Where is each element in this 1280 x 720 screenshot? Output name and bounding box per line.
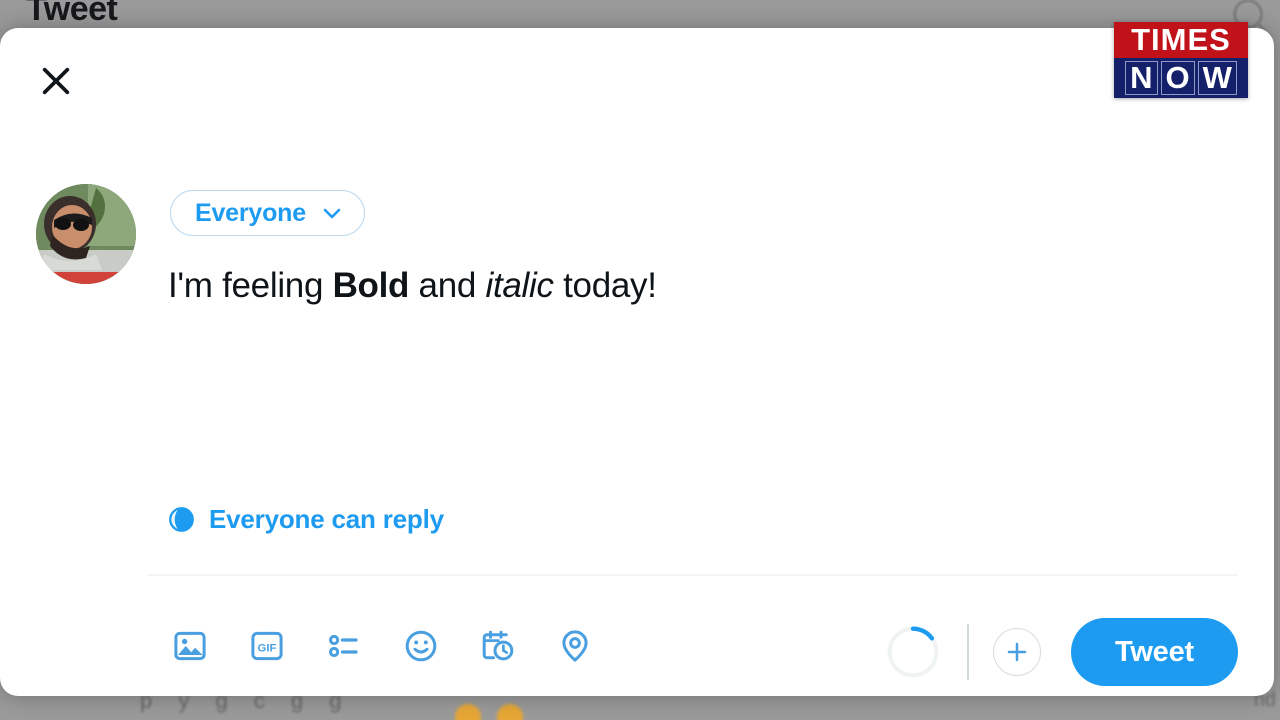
composer-toolbar: GIF Tweet: [148, 604, 1238, 694]
emoji-button[interactable]: [401, 626, 441, 666]
toolbar-actions: Tweet: [885, 618, 1238, 686]
tweet-text-input[interactable]: I'm feeling Bold and italic today!: [168, 264, 1244, 308]
logo-letter-w: W: [1197, 61, 1237, 95]
toolbar-icon-group: GIF: [170, 626, 595, 666]
add-tweet-button[interactable]: [992, 628, 1041, 676]
background-emoji: [455, 704, 481, 720]
logo-now-row: N O W: [1114, 58, 1248, 98]
gif-button[interactable]: GIF: [247, 626, 287, 666]
compose-tweet-modal: Everyone I'm feeling Bold and italic tod…: [0, 28, 1274, 696]
screen: Tweet p y g c g g nd Everyone I'm feelin…: [0, 0, 1280, 720]
toolbar-divider: [148, 574, 1237, 576]
character-count-ring: [887, 626, 939, 678]
reply-scope-label: Everyone can reply: [209, 504, 444, 534]
media-icon: [174, 631, 206, 661]
tweet-segment-italic: italic: [485, 266, 554, 305]
audience-selector[interactable]: Everyone: [170, 190, 365, 236]
emoji-icon: [405, 630, 437, 662]
close-icon: [42, 67, 70, 95]
gif-icon: GIF: [251, 631, 283, 661]
chevron-down-icon: [323, 208, 341, 219]
logo-letter-o: O: [1160, 61, 1195, 95]
svg-text:GIF: GIF: [258, 642, 277, 654]
media-button[interactable]: [170, 626, 210, 666]
globe-icon: [169, 507, 194, 532]
location-button[interactable]: [555, 626, 595, 666]
logo-times-text: TIMES: [1114, 22, 1248, 58]
location-icon: [562, 630, 588, 663]
background-page-title: Tweet: [26, 0, 118, 28]
tweet-segment-plain: and: [409, 266, 486, 305]
schedule-icon: [482, 630, 514, 661]
logo-letter-n: N: [1125, 61, 1158, 95]
poll-icon: [329, 634, 358, 658]
tweet-segment-plain: I'm feeling: [168, 266, 333, 305]
reply-scope-button[interactable]: Everyone can reply: [168, 504, 444, 535]
background-emoji: [497, 704, 523, 720]
schedule-button[interactable]: [478, 626, 518, 666]
avatar[interactable]: [36, 184, 136, 284]
toolbar-vertical-divider: [966, 624, 969, 680]
avatar-image: [36, 184, 136, 284]
tweet-segment-plain: today!: [553, 266, 657, 305]
tweet-segment-bold: Bold: [332, 266, 410, 305]
times-now-logo: TIMES N O W: [1114, 22, 1248, 98]
tweet-submit-button[interactable]: Tweet: [1070, 618, 1238, 686]
close-button[interactable]: [33, 58, 79, 104]
poll-button[interactable]: [324, 626, 364, 666]
audience-label: Everyone: [195, 198, 306, 227]
plus-icon: [1007, 642, 1027, 662]
